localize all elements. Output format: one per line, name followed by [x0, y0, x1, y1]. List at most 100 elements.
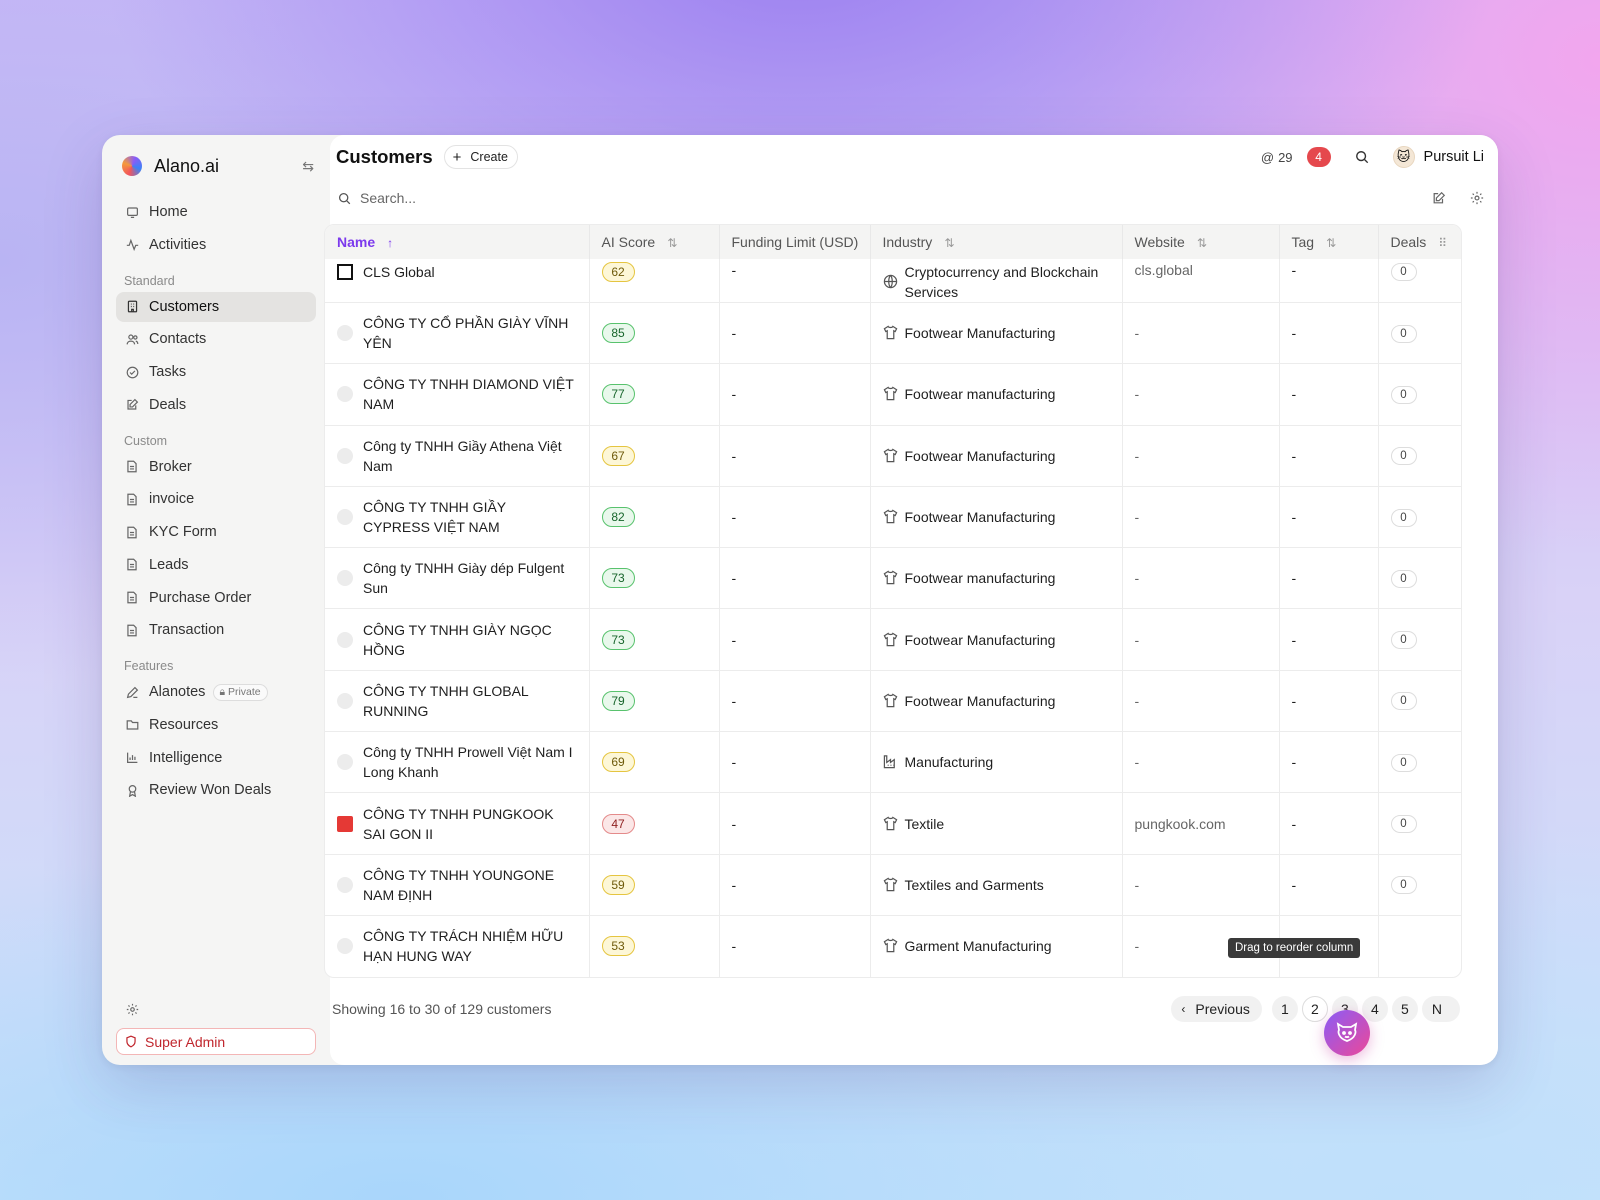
notifications-badge[interactable]: 4 [1306, 147, 1331, 167]
previous-page-button[interactable]: ‹ Previous [1171, 996, 1262, 1022]
cell-name[interactable]: CÔNG TY TNHH GLOBAL RUNNING [325, 669, 590, 732]
sidebar-item-invoice[interactable]: invoice [116, 484, 316, 514]
column-header-deals[interactable]: Deals ⠿ [1378, 225, 1461, 259]
cell-name[interactable]: CÔNG TY TNHH YOUNGONE NAM ĐỊNH [325, 853, 590, 916]
industry-value: Footwear Manufacturing [904, 447, 1056, 464]
create-button[interactable]: + Create [443, 145, 518, 169]
search-icon[interactable] [1355, 150, 1369, 164]
cell-name[interactable]: CÔNG TY TNHH GIÀY NGỌC HỒNG [325, 608, 590, 671]
customer-name[interactable]: CÔNG TY TNHH PUNGKOOK SAI GON II [363, 804, 577, 844]
cell-name[interactable]: CÔNG TY TRÁCH NHIỆM HỮU HẠN HUNG WAY [325, 914, 590, 977]
ai-score-badge: 73 [601, 568, 635, 589]
page-button-2[interactable]: 2 [1301, 996, 1328, 1022]
table-row[interactable]: Công ty TNHH Giày dép Fulgent Sun 73 - F… [325, 547, 1461, 609]
column-header-tag[interactable]: Tag ⇅ [1279, 225, 1379, 259]
cell-website: - [1122, 547, 1280, 609]
edit-view-icon[interactable] [1426, 185, 1452, 211]
sidebar-item-broker[interactable]: Broker [116, 452, 316, 482]
customer-name[interactable]: CÔNG TY TNHH GIẦY CYPRESS VIỆT NAM [363, 497, 577, 537]
table-row[interactable]: CÔNG TY TNHH PUNGKOOK SAI GON II 47 - Te… [325, 792, 1461, 855]
user-menu[interactable]: 🐱 Pursuit Li [1392, 146, 1484, 168]
sidebar-item-tasks[interactable]: Tasks [116, 357, 316, 387]
company-logo-icon [337, 325, 353, 342]
drag-handle-icon[interactable]: ⠿ [1438, 236, 1447, 250]
customer-name[interactable]: Công ty TNHH Prowell Việt Nam I Long Kha… [363, 742, 577, 782]
cell-name[interactable]: Công ty TNHH Prowell Việt Nam I Long Kha… [325, 731, 590, 793]
column-header-industry[interactable]: Industry ⇅ [870, 225, 1123, 259]
sidebar-item-purchase-order[interactable]: Purchase Order [116, 583, 316, 613]
table-row[interactable]: Công ty TNHH Giầy Athena Việt Nam 67 - F… [325, 424, 1461, 487]
cell-funding: - [719, 608, 871, 671]
company-logo-icon [337, 692, 353, 709]
column-header-ai-score[interactable]: AI Score ⇅ [589, 225, 720, 259]
column-header-website[interactable]: Website ⇅ [1122, 225, 1280, 259]
table-row[interactable]: CÔNG TY TNHH YOUNGONE NAM ĐỊNH 59 - Text… [325, 853, 1461, 916]
table-row[interactable]: CÔNG TY TNHH GIÀY NGỌC HỒNG 73 - Footwea… [325, 608, 1461, 671]
cell-name[interactable]: CÔNG TY TNHH GIẦY CYPRESS VIỆT NAM [325, 485, 590, 548]
customer-name[interactable]: Công ty TNHH Giày dép Fulgent Sun [363, 558, 577, 598]
mentions-counter[interactable]: @ 29 [1261, 150, 1293, 165]
cell-tag: - [1279, 608, 1379, 671]
page-button-5[interactable]: 5 [1391, 996, 1418, 1022]
table-row[interactable]: Công ty TNHH Prowell Việt Nam I Long Kha… [325, 731, 1461, 793]
sidebar-item-activities[interactable]: Activities [116, 230, 316, 260]
customer-name[interactable]: CÔNG TY TNHH YOUNGONE NAM ĐỊNH [363, 865, 577, 905]
page-button-4[interactable]: 4 [1361, 996, 1388, 1022]
table-row[interactable]: CÔNG TY TNHH DIAMOND VIỆT NAM 77 - Footw… [325, 363, 1461, 426]
company-logo-icon [337, 509, 353, 526]
gear-icon[interactable] [121, 998, 143, 1020]
assistant-fab[interactable] [1324, 1010, 1370, 1056]
sidebar-item-alanotes[interactable]: Alanotes 🔒︎ Private [116, 677, 316, 707]
ai-score-badge: 59 [601, 874, 635, 895]
showing-count: Showing 16 to 30 of 129 customers [332, 1001, 552, 1017]
search-input[interactable] [360, 190, 1414, 206]
customer-name[interactable]: CÔNG TY TNHH GLOBAL RUNNING [363, 681, 577, 721]
sidebar-item-resources[interactable]: Resources [116, 710, 316, 740]
shirt-icon [883, 632, 899, 648]
sidebar-item-contacts[interactable]: Contacts [116, 324, 316, 354]
customer-name[interactable]: CÔNG TY TRÁCH NHIỆM HỮU HẠN HUNG WAY [363, 926, 577, 966]
customer-name[interactable]: CÔNG TY TNHH DIAMOND VIỆT NAM [363, 374, 577, 414]
table-row[interactable]: CÔNG TY CỔ PHẦN GIÀY VĨNH YÊN 85 - Footw… [325, 301, 1461, 364]
collapse-sidebar-icon[interactable]: ⇆ [302, 158, 314, 175]
table-row[interactable]: CÔNG TY TNHH GIẦY CYPRESS VIỆT NAM 82 - … [325, 485, 1461, 548]
customer-name[interactable]: CLS Global [363, 262, 435, 282]
cell-name[interactable]: CLS Global [325, 259, 590, 303]
factory-icon [883, 754, 899, 770]
cell-name[interactable]: Công ty TNHH Giầy Athena Việt Nam [325, 424, 590, 487]
sidebar-item-kyc-form[interactable]: KYC Form [116, 517, 316, 547]
gear-icon[interactable] [1464, 185, 1490, 211]
website-value[interactable]: pungkook.com [1135, 816, 1226, 832]
document-icon [124, 459, 140, 475]
website-value: - [1134, 447, 1140, 464]
customer-name[interactable]: CÔNG TY CỔ PHẦN GIÀY VĨNH YÊN [363, 313, 577, 353]
ai-score-badge: 69 [601, 752, 635, 773]
sidebar-item-intelligence[interactable]: Intelligence [116, 743, 316, 773]
next-page-button[interactable]: N [1421, 996, 1460, 1022]
section-label-features: Features [124, 659, 174, 674]
table-row[interactable]: CÔNG TY TNHH GLOBAL RUNNING 79 - Footwea… [325, 669, 1461, 732]
folder-icon [124, 717, 140, 733]
sidebar-item-home[interactable]: Home [116, 197, 316, 227]
cell-name[interactable]: Công ty TNHH Giày dép Fulgent Sun [325, 547, 590, 609]
sidebar-item-label: invoice [149, 491, 195, 508]
sidebar-item-deals[interactable]: Deals [116, 390, 316, 420]
cell-name[interactable]: CÔNG TY CỔ PHẦN GIÀY VĨNH YÊN [325, 301, 590, 364]
cell-name[interactable]: CÔNG TY TNHH PUNGKOOK SAI GON II [325, 792, 590, 855]
sidebar-item-customers[interactable]: Customers [116, 291, 316, 322]
sidebar-item-leads[interactable]: Leads [116, 550, 316, 580]
page-button-1[interactable]: 1 [1271, 996, 1298, 1022]
funding-value: - [731, 570, 737, 587]
column-header-funding-limit[interactable]: Funding Limit (USD) [719, 225, 871, 259]
customer-name[interactable]: CÔNG TY TNHH GIÀY NGỌC HỒNG [363, 620, 577, 660]
sidebar-item-review-won-deals[interactable]: Review Won Deals [116, 775, 316, 805]
table-row[interactable]: CLS Global 62 - Cryptocurrency and Block… [325, 259, 1461, 303]
cell-name[interactable]: CÔNG TY TNHH DIAMOND VIỆT NAM [325, 363, 590, 426]
sidebar-item-transaction[interactable]: Transaction [116, 615, 316, 645]
column-header-name[interactable]: Name ↑ [325, 225, 590, 259]
cell-tag: - [1279, 301, 1379, 364]
customer-name[interactable]: Công ty TNHH Giầy Athena Việt Nam [363, 436, 577, 476]
website-value[interactable]: cls.global [1135, 262, 1193, 278]
shirt-icon [883, 570, 899, 586]
super-admin-button[interactable]: Super Admin [116, 1028, 316, 1055]
